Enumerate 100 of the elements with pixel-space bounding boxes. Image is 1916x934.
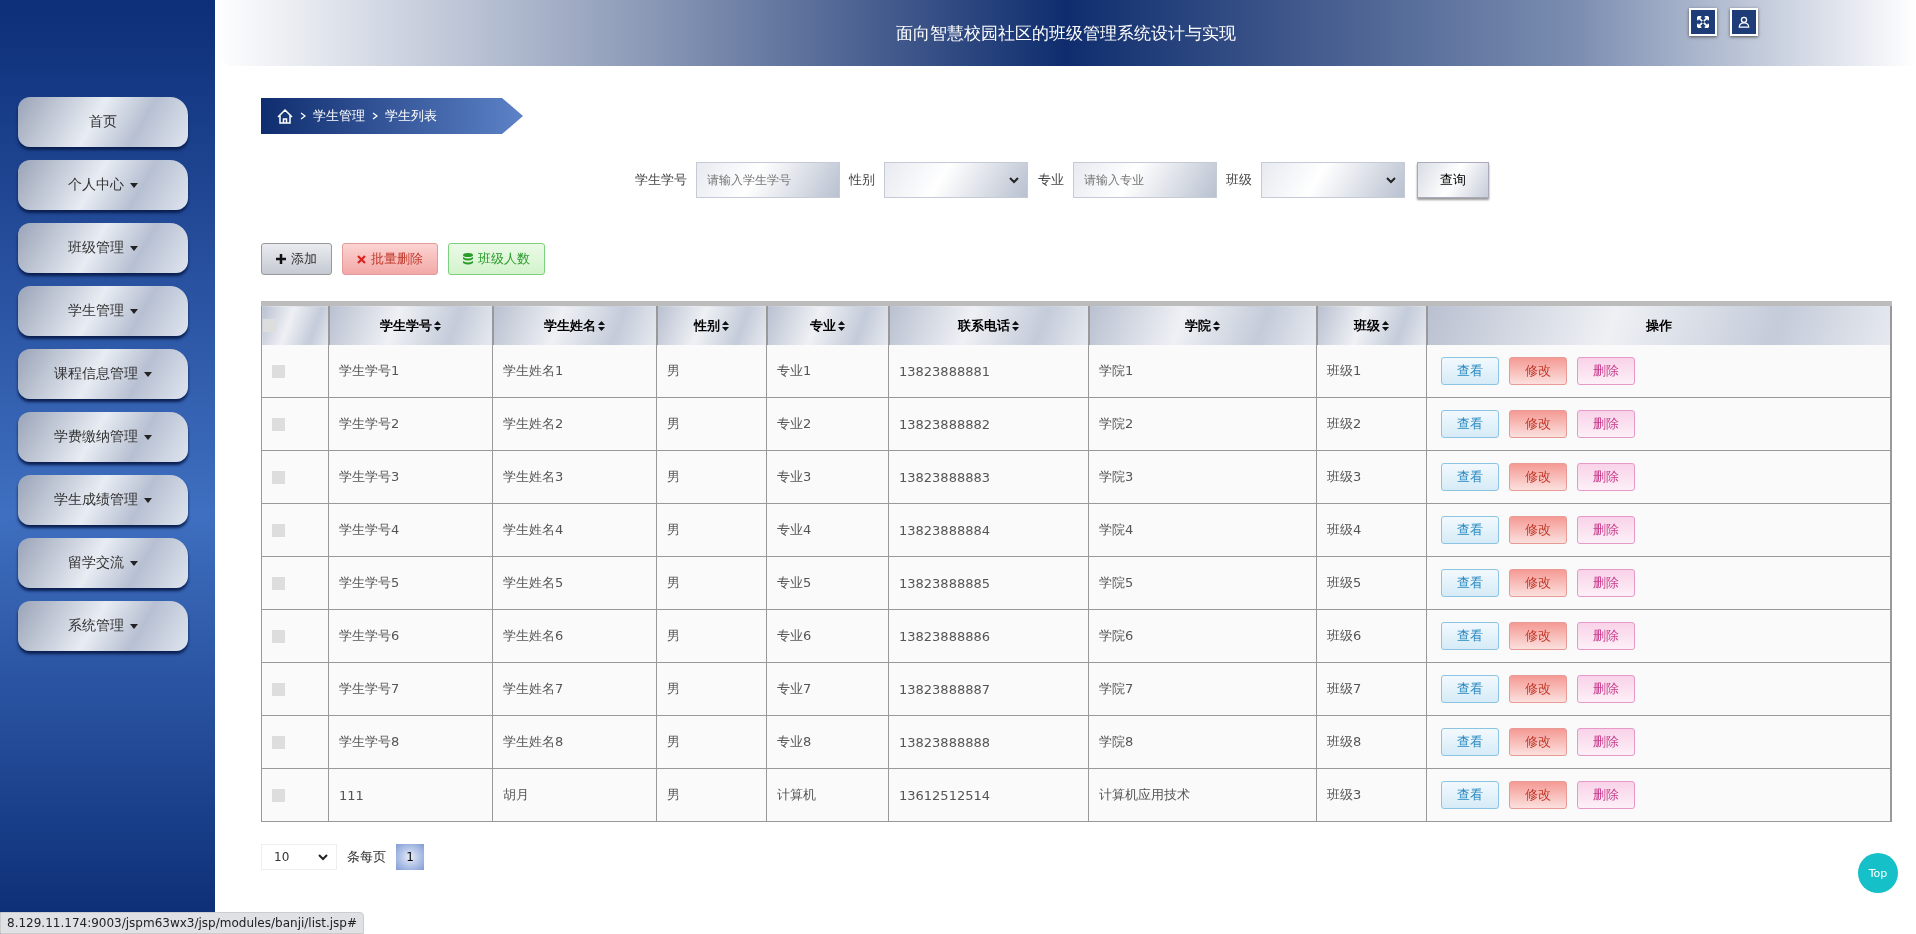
row-checkbox[interactable] [272, 735, 285, 749]
column-header[interactable]: 专业 [766, 303, 889, 345]
row-action-button[interactable]: 删除 [1577, 675, 1635, 703]
caret-icon [144, 497, 152, 503]
sort-icon [1382, 320, 1389, 331]
row-checkbox[interactable] [272, 576, 285, 590]
sidebar-menu-item[interactable]: 学费缴纳管理 [18, 412, 188, 462]
toolbar-button[interactable]: 班级人数 [448, 243, 545, 275]
database-icon [463, 253, 473, 265]
row-checkbox[interactable] [272, 417, 285, 431]
table-cell: 学生学号7 [328, 662, 493, 716]
sidebar-menu-item[interactable]: 留学交流 [18, 538, 188, 588]
field-label: 学生学号 [635, 171, 687, 189]
chevron-down-icon [1386, 176, 1396, 184]
breadcrumb-link[interactable]: 学生管理 [313, 107, 365, 125]
row-action-button[interactable]: 删除 [1577, 569, 1635, 597]
row-action-button[interactable]: 删除 [1577, 622, 1635, 650]
search-input[interactable]: 请输入专业 [1073, 162, 1217, 198]
search-button[interactable]: 查询 [1417, 162, 1489, 198]
sidebar-menu-item[interactable]: 系统管理 [18, 601, 188, 651]
field-label: 性别 [849, 171, 875, 189]
search-input[interactable]: 请输入学生学号 [696, 162, 840, 198]
row-action-button[interactable]: 查看 [1441, 622, 1499, 650]
table-cell: 男 [656, 503, 767, 557]
row-action-button[interactable]: 查看 [1441, 675, 1499, 703]
row-checkbox[interactable] [272, 470, 285, 484]
sidebar-menu-item[interactable]: 班级管理 [18, 223, 188, 273]
sort-icon [1213, 320, 1220, 331]
row-action-button[interactable]: 修改 [1509, 357, 1567, 385]
chevron-down-icon [318, 853, 328, 861]
table-cell: 学院1 [1088, 345, 1317, 398]
table-cell: 13823888882 [888, 397, 1089, 451]
row-action-button[interactable]: 查看 [1441, 781, 1499, 809]
column-header[interactable]: 学生姓名 [492, 303, 657, 345]
row-checkbox[interactable] [272, 523, 285, 537]
column-header[interactable]: 联系电话 [888, 303, 1089, 345]
column-header[interactable]: 班级 [1316, 303, 1427, 345]
row-action-button[interactable]: 修改 [1509, 569, 1567, 597]
back-to-top-button[interactable]: Top [1858, 853, 1898, 893]
row-action-button[interactable]: 删除 [1577, 781, 1635, 809]
row-action-button[interactable]: 修改 [1509, 781, 1567, 809]
row-action-button[interactable]: 修改 [1509, 516, 1567, 544]
row-action-button[interactable]: 查看 [1441, 728, 1499, 756]
home-icon[interactable] [277, 108, 293, 124]
table-cell: 学生学号3 [328, 450, 493, 504]
row-action-button[interactable]: 查看 [1441, 463, 1499, 491]
table-cell: 专业7 [766, 662, 889, 716]
fullscreen-icon[interactable] [1689, 8, 1717, 36]
row-action-button[interactable]: 删除 [1577, 410, 1635, 438]
table-cell: 计算机 [766, 768, 889, 822]
breadcrumb-link[interactable]: 学生列表 [385, 107, 437, 125]
row-action-button[interactable]: 修改 [1509, 728, 1567, 756]
column-header[interactable]: 学生学号 [328, 303, 493, 345]
sidebar-menu-item[interactable]: 首页 [18, 97, 188, 147]
row-action-button[interactable]: 删除 [1577, 463, 1635, 491]
row-action-button[interactable]: 删除 [1577, 516, 1635, 544]
table-cell: 13823888883 [888, 450, 1089, 504]
row-action-button[interactable]: 修改 [1509, 675, 1567, 703]
sidebar-menu-item[interactable]: 课程信息管理 [18, 349, 188, 399]
column-header[interactable]: 学院 [1088, 303, 1317, 345]
table-cell: 13612512514 [888, 768, 1089, 822]
row-checkbox[interactable] [272, 629, 285, 643]
caret-icon [144, 434, 152, 440]
sidebar-menu-item[interactable]: 学生管理 [18, 286, 188, 336]
table-cell: 111 [328, 768, 493, 822]
sort-icon [598, 320, 605, 331]
dropdown-select[interactable] [884, 162, 1028, 198]
table-cell: 男 [656, 715, 767, 769]
table-cell: 学生学号8 [328, 715, 493, 769]
row-action-button[interactable]: 修改 [1509, 463, 1567, 491]
row-action-button[interactable]: 查看 [1441, 410, 1499, 438]
row-checkbox[interactable] [272, 682, 285, 696]
row-action-button[interactable]: 修改 [1509, 410, 1567, 438]
row-checkbox[interactable] [272, 364, 285, 378]
table-cell: 专业1 [766, 345, 889, 398]
row-action-button[interactable]: 删除 [1577, 357, 1635, 385]
row-checkbox[interactable] [272, 788, 285, 802]
sidebar-menu-item[interactable]: 个人中心 [18, 160, 188, 210]
page-size-label: 条每页 [347, 848, 386, 866]
table-cell: 学院4 [1088, 503, 1317, 557]
toolbar-button[interactable]: 批量删除 [342, 243, 438, 275]
row-action-button[interactable]: 查看 [1441, 357, 1499, 385]
table-cell: 男 [656, 768, 767, 822]
chevron-icon [300, 112, 306, 120]
row-action-button[interactable]: 查看 [1441, 569, 1499, 597]
row-action-button[interactable]: 修改 [1509, 622, 1567, 650]
select-all-checkbox[interactable] [263, 319, 276, 332]
page-size-select[interactable]: 10 [261, 844, 337, 870]
toolbar-button[interactable]: 添加 [261, 243, 332, 275]
table-cell: 专业4 [766, 503, 889, 557]
row-action-button[interactable]: 删除 [1577, 728, 1635, 756]
dropdown-select[interactable] [1261, 162, 1405, 198]
table-cell: 13823888887 [888, 662, 1089, 716]
field-label: 专业 [1038, 171, 1064, 189]
sidebar-menu-item[interactable]: 学生成绩管理 [18, 475, 188, 525]
row-action-button[interactable]: 查看 [1441, 516, 1499, 544]
page-button[interactable]: 1 [396, 844, 424, 870]
column-header[interactable]: 性别 [656, 303, 767, 345]
table-cell: 计算机应用技术 [1088, 768, 1317, 822]
user-icon[interactable] [1730, 8, 1758, 36]
